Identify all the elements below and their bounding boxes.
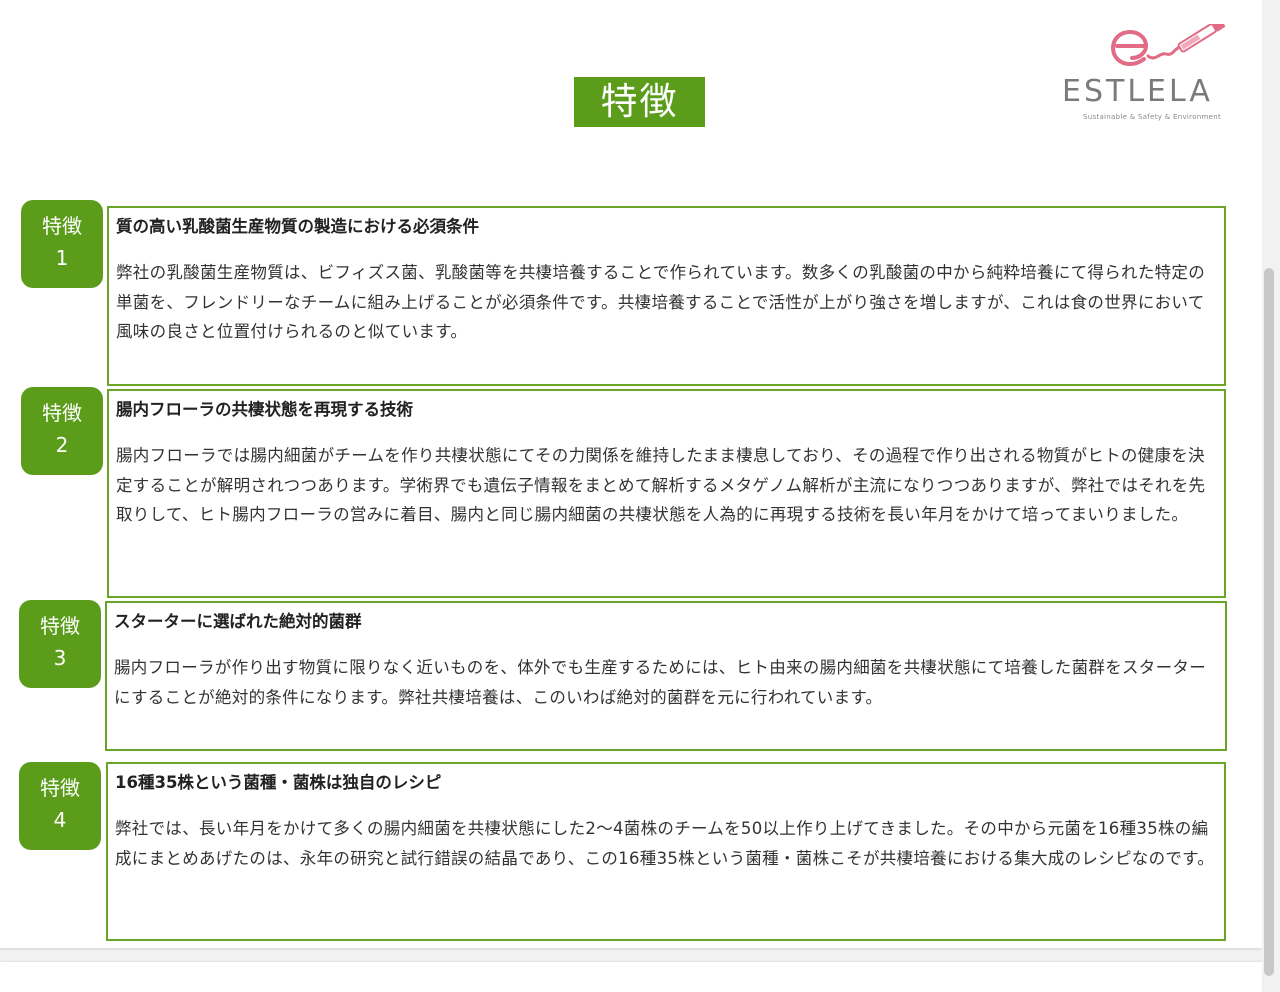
feature-badge-label: 特徴 [40,614,80,638]
logo-tagline: Sustainable & Safety & Environment [1083,113,1222,121]
feature-body: 弊社の乳酸菌生産物質は、ビフィズス菌、乳酸菌等を共棲培養することで作られています… [116,263,1206,341]
feature-heading: 腸内フローラの共棲状態を再現する技術 [116,400,413,419]
feature-badge: 特徴 1 [21,200,103,288]
feature-badge-number: 4 [53,808,67,832]
feature-body: 腸内フローラが作り出す物質に限りなく近いものを、体外でも生産するためには、ヒト由… [114,658,1206,707]
feature-box: 腸内フローラの共棲状態を再現する技術 腸内フローラでは腸内細菌がチームを作り共棲… [107,389,1226,598]
feature-badge-label: 特徴 [42,401,82,425]
feature-badge-number: 3 [53,646,67,670]
feature-badge: 特徴 3 [19,600,101,688]
feature-badge-number: 1 [55,246,69,270]
feature-body: 腸内フローラでは腸内細菌がチームを作り共棲状態にてその力関係を維持したまま棲息し… [116,446,1206,524]
feature-box: 16種35株という菌種・菌株は独自のレシピ 弊社では、長い年月をかけて多くの腸内… [106,762,1226,941]
logo-wordmark: ESTLELA [1062,74,1213,109]
feature-badge: 特徴 2 [21,387,103,475]
feature-badge: 特徴 4 [19,762,101,850]
page-title: 特徴 [574,77,705,127]
feature-body: 弊社では、長い年月をかけて多くの腸内細菌を共棲状態にした2〜4菌株のチームを50… [115,819,1215,868]
feature-badge-label: 特徴 [40,776,80,800]
feature-box: 質の高い乳酸菌生産物質の製造における必須条件 弊社の乳酸菌生産物質は、ビフィズス… [107,206,1226,386]
feature-box: スターターに選ばれた絶対的菌群 腸内フローラが作り出す物質に限りなく近いものを、… [105,601,1227,751]
feature-heading: 16種35株という菌種・菌株は独自のレシピ [115,773,442,792]
next-page-edge [0,962,1262,992]
feature-heading: スターターに選ばれた絶対的菌群 [114,612,362,631]
feature-heading: 質の高い乳酸菌生産物質の製造における必須条件 [116,217,479,236]
scrollbar-thumb[interactable] [1264,268,1274,976]
feature-badge-number: 2 [55,433,69,457]
document-page: 特徴 ESTLELA Sustainable & Safety & Enviro… [0,0,1262,948]
feature-badge-label: 特徴 [42,214,82,238]
